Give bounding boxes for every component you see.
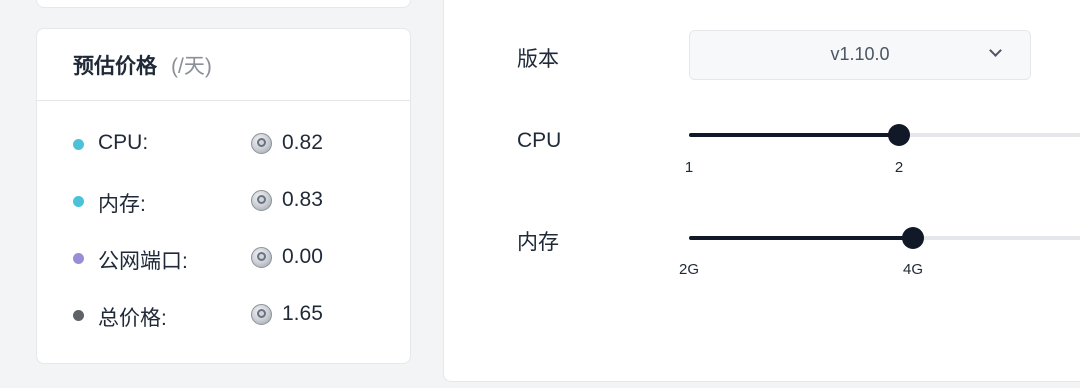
memory-price-value: 0.83 bbox=[282, 188, 323, 211]
price-unit: (/天) bbox=[171, 54, 212, 78]
total-dot-icon bbox=[73, 310, 84, 321]
version-select-value: v1.10.0 bbox=[830, 44, 890, 64]
price-title: 预估价格 bbox=[73, 54, 157, 78]
cpu-slider-fill bbox=[689, 133, 899, 137]
version-select[interactable]: v1.10.0 bbox=[689, 30, 1031, 80]
config-card: 版本 v1.10.0 CPU 1 2 内存 2G 4G bbox=[443, 0, 1080, 382]
price-estimate-card: 预估价格 (/天) CPU: 0.82 内存: 0.83 公网端口: 0.00 … bbox=[36, 28, 411, 364]
coin-icon bbox=[251, 304, 272, 325]
cpu-price-value: 0.82 bbox=[282, 131, 323, 154]
memory-price-label: 内存: bbox=[98, 193, 146, 216]
cpu-slider-thumb[interactable] bbox=[888, 124, 910, 146]
memory-min-tick: 2G bbox=[678, 261, 700, 278]
memory-current-tick: 4G bbox=[902, 261, 924, 278]
price-row-total: 总价格: 1.65 bbox=[37, 286, 410, 343]
memory-slider-fill bbox=[689, 236, 913, 240]
cpu-label: CPU bbox=[517, 129, 562, 152]
price-list: CPU: 0.82 内存: 0.83 公网端口: 0.00 总价格: 1.65 bbox=[37, 101, 410, 343]
price-row-cpu: CPU: 0.82 bbox=[37, 115, 410, 172]
coin-icon bbox=[251, 190, 272, 211]
price-row-public-port: 公网端口: 0.00 bbox=[37, 229, 410, 286]
memory-dot-icon bbox=[73, 196, 84, 207]
total-price-value: 1.65 bbox=[282, 302, 323, 325]
cpu-dot-icon bbox=[73, 139, 84, 150]
cpu-current-tick: 2 bbox=[894, 159, 904, 176]
coin-icon bbox=[251, 133, 272, 154]
version-label: 版本 bbox=[517, 48, 559, 71]
price-row-memory: 内存: 0.83 bbox=[37, 172, 410, 229]
total-price-label: 总价格: bbox=[98, 307, 167, 330]
public-port-price-label: 公网端口: bbox=[98, 250, 188, 273]
coin-icon bbox=[251, 247, 272, 268]
public-port-price-value: 0.00 bbox=[282, 245, 323, 268]
top-card-edge bbox=[36, 0, 411, 8]
cpu-price-label: CPU: bbox=[98, 131, 149, 154]
price-header: 预估价格 (/天) bbox=[37, 29, 410, 101]
cpu-min-tick: 1 bbox=[684, 159, 694, 176]
memory-slider-thumb[interactable] bbox=[902, 227, 924, 249]
cpu-slider[interactable] bbox=[689, 123, 1080, 147]
memory-slider[interactable] bbox=[689, 226, 1080, 250]
public-port-dot-icon bbox=[73, 253, 84, 264]
memory-label: 内存 bbox=[517, 231, 559, 254]
